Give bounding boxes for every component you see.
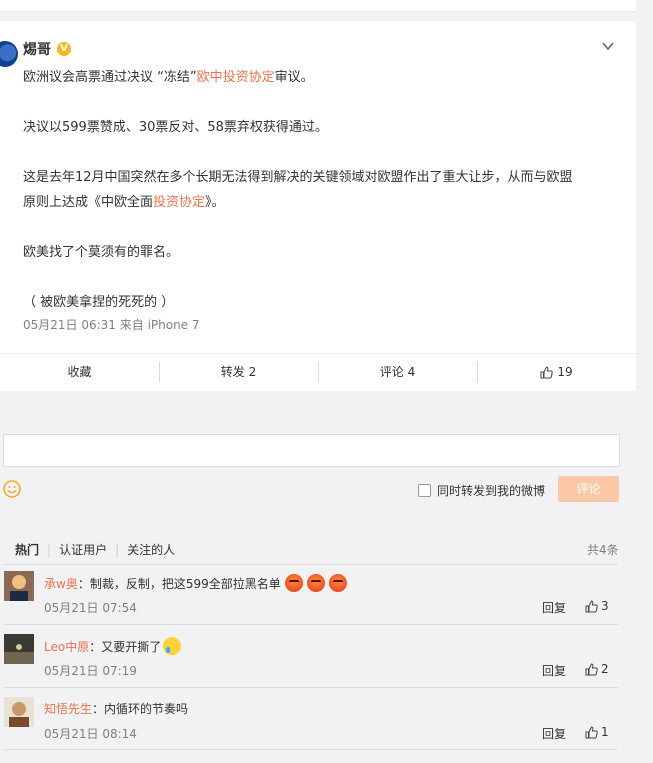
like-button[interactable]: 19 bbox=[477, 354, 636, 390]
comment-time: 05月21日 07:54 bbox=[44, 601, 137, 615]
crying-face-icon bbox=[163, 637, 182, 655]
comment-like-button[interactable]: 2 bbox=[585, 662, 609, 676]
post-text-segment: 审议。 bbox=[274, 70, 314, 85]
topic-link[interactable]: 欧中投资协定 bbox=[197, 70, 275, 85]
post-text-line: 欧洲议会高票通过决议 “冻结”欧中投资协定审议。 bbox=[23, 66, 314, 85]
commenter-name[interactable]: 知悟先生 bbox=[44, 700, 92, 717]
emoji-icon[interactable] bbox=[3, 480, 21, 498]
thumbs-up-icon bbox=[585, 662, 598, 675]
action-bar: 收藏 转发 2 评论 4 19 bbox=[0, 353, 636, 390]
post-text-line: 决议以599票赞成、30票反对、58票弃权获得通过。 bbox=[23, 120, 328, 135]
forward-label: 同时转发到我的微博 bbox=[437, 484, 546, 498]
repost-button[interactable]: 转发 2 bbox=[159, 354, 318, 390]
page-background-strip bbox=[645, 0, 653, 742]
angry-face-icon bbox=[328, 574, 347, 592]
topic-link[interactable]: 投资协定 bbox=[153, 195, 205, 210]
comment-like-count: 1 bbox=[601, 725, 609, 739]
thumbs-up-icon bbox=[585, 725, 598, 738]
post-text-segment: 原则上达成《中欧全面 bbox=[23, 195, 154, 210]
like-count: 19 bbox=[557, 365, 573, 379]
commenter-avatar[interactable] bbox=[4, 697, 34, 727]
commenter-avatar[interactable] bbox=[4, 571, 34, 601]
chevron-down-icon[interactable] bbox=[601, 39, 615, 53]
comment-like-count: 3 bbox=[601, 599, 609, 613]
tab-following[interactable]: 关注的人 bbox=[119, 541, 183, 558]
commenter-avatar[interactable] bbox=[4, 634, 34, 664]
tab-hot[interactable]: 热门 bbox=[15, 541, 47, 558]
reply-button[interactable]: 回复 bbox=[542, 662, 566, 679]
thumbs-up-icon bbox=[540, 366, 554, 379]
comment-tabs: 热门 | 认证用户 | 关注的人 bbox=[15, 541, 183, 558]
comment-text: ：制裁，反制，把这599全部拉黑名单 bbox=[77, 576, 281, 591]
comment-total: 共4条 bbox=[587, 543, 619, 557]
post-text-line: 原则上达成《中欧全面投资协定》。 bbox=[23, 191, 225, 210]
angry-face-icon bbox=[284, 574, 303, 592]
post-meta: 05月21日 06:31 来自 iPhone 7 bbox=[23, 318, 200, 332]
post-card: 焬哥 V 欧洲议会高票通过决议 “冻结”欧中投资协定审议。 决议以599票赞成、… bbox=[0, 21, 636, 763]
comment-like-count: 2 bbox=[601, 662, 609, 676]
divider bbox=[3, 624, 618, 625]
comment-text: ：内循环的节奏吗 bbox=[92, 702, 189, 716]
previous-card bbox=[0, 0, 636, 12]
forward-checkbox[interactable] bbox=[418, 484, 431, 497]
post-text-segment: 》。 bbox=[205, 195, 225, 210]
post-text-line: 欧美找了个莫须有的罪名。 bbox=[23, 245, 180, 260]
post-text-line: （ 被欧美拿捏的死死的 ） bbox=[23, 295, 175, 310]
thumbs-up-icon bbox=[585, 599, 598, 612]
comment-time: 05月21日 07:19 bbox=[44, 664, 137, 678]
comment-line: Leo中原 ：又要开撕了 bbox=[44, 637, 182, 655]
comment-text: ：又要开撕了 bbox=[89, 639, 162, 654]
author-name-text[interactable]: 焬哥 bbox=[23, 39, 51, 59]
commenter-name[interactable]: 承w奥 bbox=[44, 575, 78, 592]
comment-section: 同时转发到我的微博 评论 热门 | 认证用户 | 关注的人 共4条 承w奥 ：制… bbox=[0, 391, 636, 763]
post-text-segment: 欧洲议会高票通过决议 “冻结” bbox=[23, 70, 197, 85]
author-avatar[interactable] bbox=[0, 41, 18, 67]
commenter-name[interactable]: Leo中原 bbox=[44, 638, 89, 655]
comment-like-button[interactable]: 1 bbox=[585, 725, 609, 739]
tab-verified[interactable]: 认证用户 bbox=[51, 541, 115, 558]
post-text-line: 这是去年12月中国突然在多个长期无法得到解决的关键领域对欧盟作出了重大让步，从而… bbox=[23, 170, 573, 185]
comment-input[interactable] bbox=[3, 434, 620, 467]
author-name[interactable]: 焬哥 V bbox=[23, 39, 71, 59]
verified-badge-icon: V bbox=[57, 42, 71, 56]
comment-button[interactable]: 评论 4 bbox=[318, 354, 477, 390]
collect-button[interactable]: 收藏 bbox=[0, 354, 159, 390]
reply-button[interactable]: 回复 bbox=[542, 599, 566, 616]
comment-item: 承w奥 ：制裁，反制，把这599全部拉黑名单 05月21日 07:54 回复 3 bbox=[0, 571, 636, 627]
divider bbox=[3, 564, 618, 565]
comment-time: 05月21日 08:14 bbox=[44, 727, 137, 741]
divider bbox=[3, 749, 618, 750]
comment-item: 知悟先生 ：内循环的节奏吗 05月21日 08:14 回复 1 bbox=[0, 697, 636, 753]
comment-line: 承w奥 ：制裁，反制，把这599全部拉黑名单 bbox=[44, 574, 347, 592]
angry-face-icon bbox=[306, 574, 325, 592]
submit-comment-button[interactable]: 评论 bbox=[558, 476, 619, 502]
comment-like-button[interactable]: 3 bbox=[585, 599, 609, 613]
forward-option[interactable]: 同时转发到我的微博 bbox=[418, 482, 545, 499]
divider bbox=[3, 687, 618, 688]
comment-item: Leo中原 ：又要开撕了 05月21日 07:19 回复 2 bbox=[0, 634, 636, 690]
comment-line: 知悟先生 ：内循环的节奏吗 bbox=[44, 700, 188, 717]
reply-button[interactable]: 回复 bbox=[542, 725, 566, 742]
